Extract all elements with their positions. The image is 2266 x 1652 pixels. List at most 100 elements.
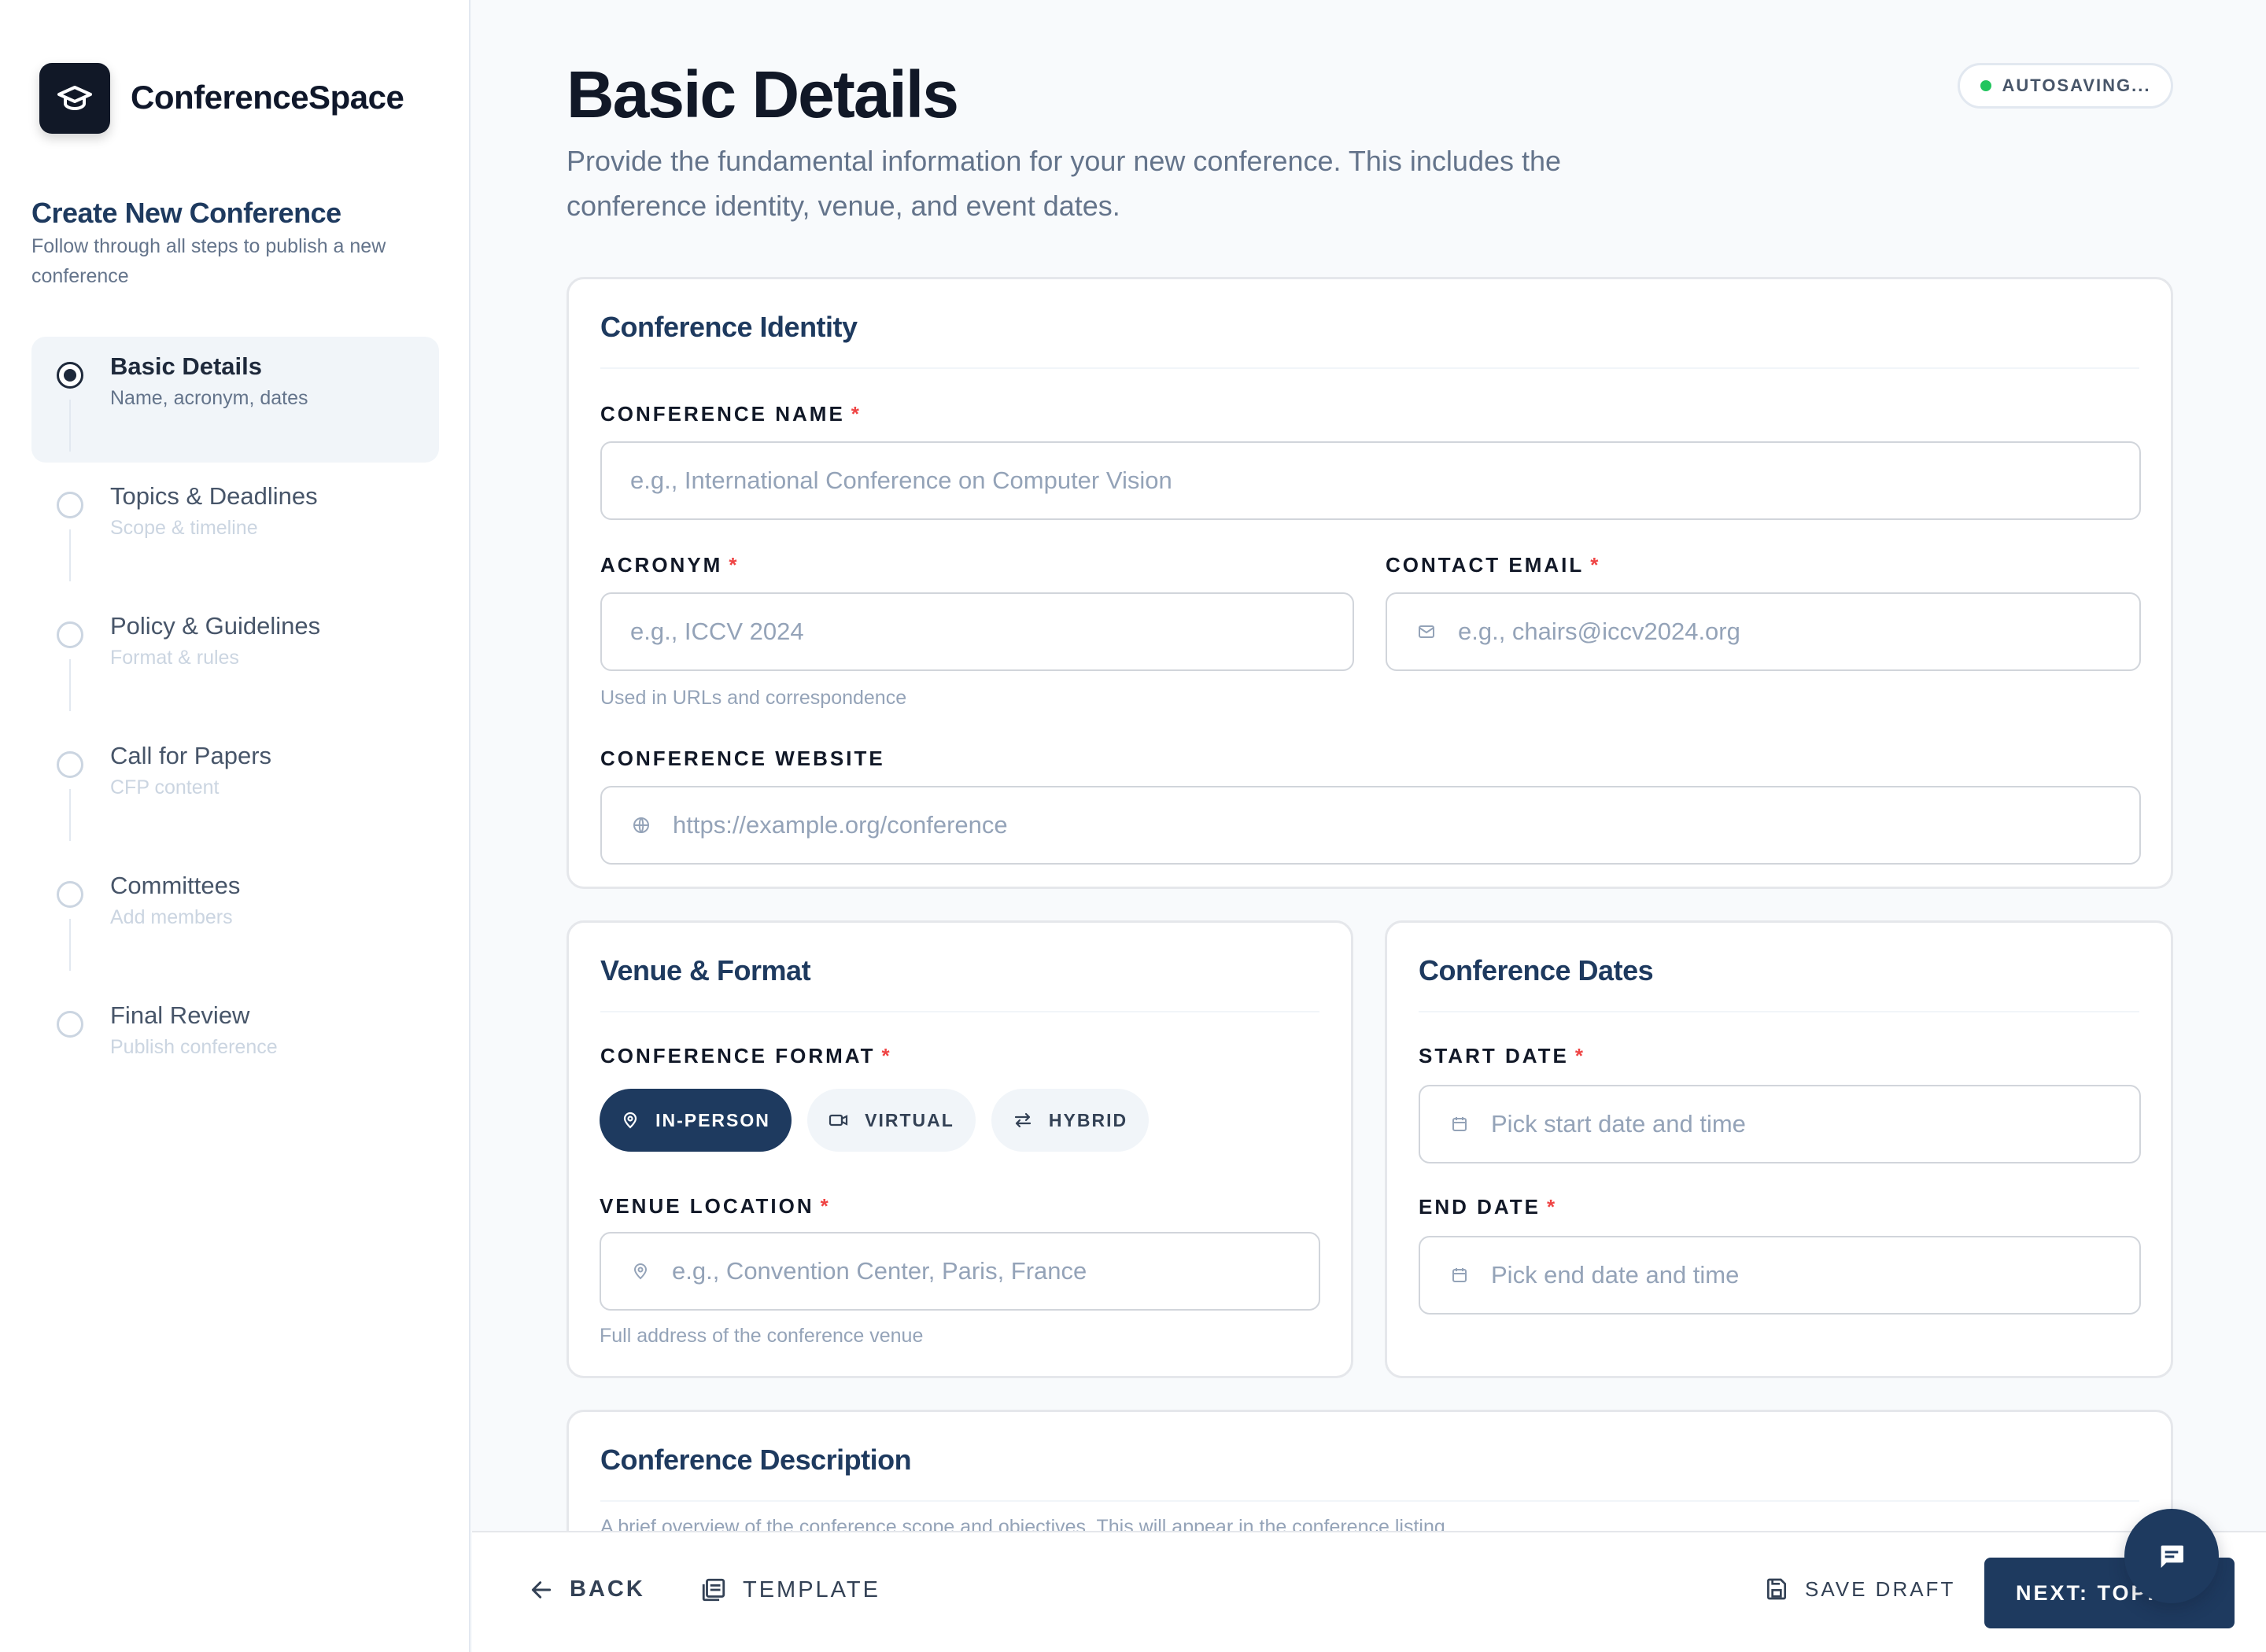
- step-radio-icon: [57, 362, 83, 389]
- step-topics-deadlines[interactable]: Topics & Deadlines Scope & timeline: [31, 466, 439, 596]
- card-title: Conference Description: [600, 1444, 912, 1476]
- step-label: Final Review: [110, 1001, 250, 1029]
- end-date-label: END DATE *: [1419, 1195, 1558, 1219]
- step-description: Publish conference: [110, 1036, 278, 1058]
- conference-format-label: CONFERENCE FORMAT *: [600, 1044, 892, 1068]
- step-radio-icon: [57, 881, 83, 908]
- sidebar: ConferenceSpace Create New Conference Fo…: [0, 0, 471, 1652]
- video-icon: [829, 1114, 848, 1127]
- step-description: Add members: [110, 906, 233, 928]
- format-label: VIRTUAL: [865, 1109, 954, 1130]
- conference-website-input[interactable]: https://example.org/conference: [600, 786, 2141, 865]
- venue-location-input[interactable]: e.g., Convention Center, Paris, France: [600, 1232, 1320, 1311]
- format-hybrid-button[interactable]: HYBRID: [991, 1089, 1149, 1152]
- back-button[interactable]: BACK: [529, 1576, 645, 1602]
- step-description: Scope & timeline: [110, 517, 258, 539]
- step-policy-guidelines[interactable]: Policy & Guidelines Format & rules: [31, 596, 439, 726]
- step-call-for-papers[interactable]: Call for Papers CFP content: [31, 726, 439, 856]
- step-connector: [69, 529, 71, 581]
- end-date-picker[interactable]: Pick end date and time: [1419, 1236, 2141, 1315]
- step-committees[interactable]: Committees Add members: [31, 856, 439, 986]
- app-name: ConferenceSpace: [131, 79, 404, 116]
- conference-name-label: CONFERENCE NAME *: [600, 402, 862, 426]
- step-description: Name, acronym, dates: [110, 387, 308, 409]
- autosave-label: AUTOSAVING...: [2002, 76, 2151, 95]
- save-draft-label: SAVE DRAFT: [1805, 1576, 1956, 1601]
- status-dot-icon: [1980, 80, 1991, 91]
- graduation-cap-icon: [57, 86, 92, 110]
- save-draft-button[interactable]: SAVE DRAFT: [1764, 1576, 1955, 1602]
- chat-button[interactable]: [2124, 1509, 2219, 1603]
- template-label: TEMPLATE: [743, 1576, 880, 1602]
- conference-website-placeholder: https://example.org/conference: [673, 811, 1008, 839]
- step-description: CFP content: [110, 776, 220, 798]
- contact-email-placeholder: e.g., chairs@iccv2024.org: [1458, 618, 1740, 645]
- calendar-icon: [1449, 1113, 1471, 1135]
- step-connector: [69, 789, 71, 841]
- divider: [1419, 1011, 2139, 1012]
- main-content: Basic Details Provide the fundamental in…: [472, 0, 2266, 1652]
- acronym-placeholder: e.g., ICCV 2024: [630, 618, 804, 645]
- format-virtual-button[interactable]: VIRTUAL: [807, 1089, 976, 1152]
- template-button[interactable]: TEMPLATE: [700, 1576, 880, 1603]
- step-final-review[interactable]: Final Review Publish conference: [31, 986, 439, 1115]
- conference-name-input[interactable]: e.g., International Conference on Comput…: [600, 441, 2141, 520]
- step-radio-icon: [57, 621, 83, 648]
- step-radio-icon: [57, 751, 83, 778]
- venue-location-label: VENUE LOCATION *: [600, 1194, 831, 1218]
- divider: [600, 1011, 1319, 1012]
- save-icon: [1767, 1578, 1786, 1600]
- start-date-placeholder: Pick start date and time: [1491, 1110, 1746, 1138]
- step-radio-icon: [57, 1011, 83, 1038]
- identity-card: Conference Identity CONFERENCE NAME * e.g…: [566, 277, 2173, 889]
- venue-location-hint: Full address of the conference venue: [600, 1325, 924, 1347]
- step-connector: [69, 659, 71, 711]
- step-label: Call for Papers: [110, 742, 272, 769]
- format-label: HYBRID: [1048, 1109, 1128, 1130]
- step-label: Committees: [110, 872, 241, 899]
- divider: [600, 367, 2139, 369]
- card-title: Conference Identity: [600, 311, 858, 343]
- template-icon: [702, 1578, 725, 1602]
- step-label: Policy & Guidelines: [110, 612, 321, 640]
- app-logo[interactable]: [39, 63, 110, 134]
- card-title: Conference Dates: [1419, 954, 1654, 986]
- page-title: Basic Details: [566, 57, 959, 131]
- start-date-label: START DATE *: [1419, 1044, 1585, 1068]
- back-label: BACK: [570, 1576, 645, 1602]
- calendar-icon: [1449, 1264, 1471, 1286]
- bottom-action-bar: BACK TEMPLATE SAVE DRAFT NEXT: TOPICS: [472, 1531, 2266, 1652]
- mail-icon: [1415, 621, 1437, 643]
- conference-name-placeholder: e.g., International Conference on Comput…: [630, 466, 1172, 494]
- sidebar-title: Create New Conference: [31, 197, 341, 229]
- step-description: Format & rules: [110, 647, 239, 669]
- acronym-input[interactable]: e.g., ICCV 2024: [600, 592, 1354, 671]
- sidebar-subtitle: Follow through all steps to publish a ne…: [31, 235, 386, 287]
- swap-arrows-icon: [1014, 1112, 1032, 1128]
- venue-location-placeholder: e.g., Convention Center, Paris, France: [672, 1257, 1087, 1285]
- conference-website-label: CONFERENCE WEBSITE: [600, 747, 885, 770]
- map-pin-icon: [623, 1112, 637, 1129]
- step-connector: [69, 919, 71, 971]
- chat-icon: [2161, 1545, 2183, 1568]
- step-label: Topics & Deadlines: [110, 482, 318, 510]
- map-pin-icon: [629, 1260, 651, 1282]
- step-label: Basic Details: [110, 352, 262, 380]
- step-list: Basic Details Name, acronym, dates Topic…: [31, 337, 439, 1115]
- acronym-label: ACRONYM *: [600, 553, 740, 577]
- divider: [600, 1500, 2139, 1502]
- start-date-picker[interactable]: Pick start date and time: [1419, 1085, 2141, 1163]
- page-subtitle: Provide the fundamental information for …: [566, 145, 1562, 222]
- globe-icon: [630, 814, 652, 836]
- contact-email-label: CONTACT EMAIL *: [1386, 553, 1601, 577]
- acronym-hint: Used in URLs and correspondence: [600, 687, 907, 709]
- end-date-placeholder: Pick end date and time: [1491, 1261, 1740, 1289]
- card-title: Venue & Format: [600, 954, 811, 986]
- arrow-left-icon: [531, 1580, 552, 1599]
- step-radio-icon: [57, 492, 83, 518]
- step-basic-details[interactable]: Basic Details Name, acronym, dates: [31, 337, 439, 463]
- dates-card: Conference Dates START DATE * Pick start …: [1385, 920, 2173, 1378]
- format-in-person-button[interactable]: IN-PERSON: [600, 1089, 792, 1152]
- autosave-badge: AUTOSAVING...: [1958, 63, 2173, 109]
- contact-email-input[interactable]: e.g., chairs@iccv2024.org: [1386, 592, 2141, 671]
